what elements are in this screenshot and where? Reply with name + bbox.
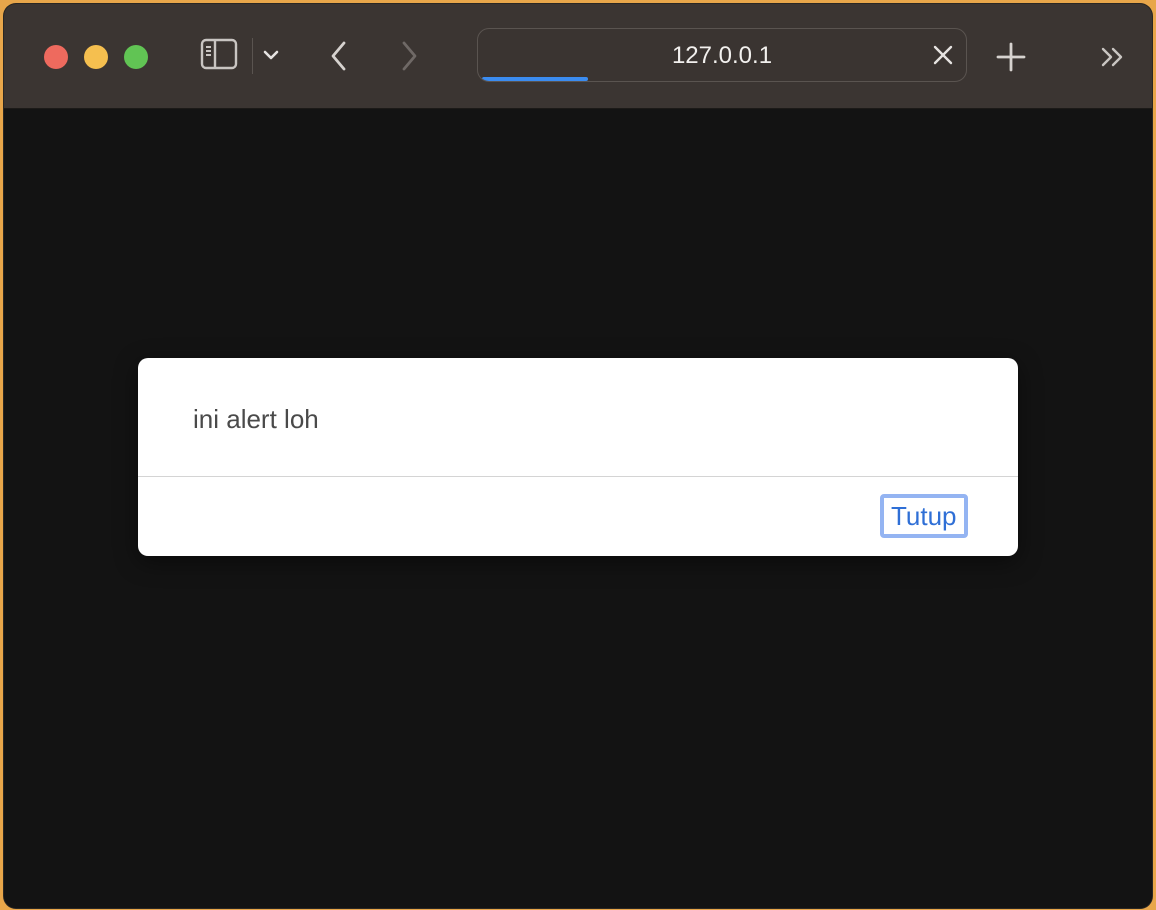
plus-icon[interactable]	[994, 40, 1028, 74]
sidebar-icon[interactable]	[198, 37, 240, 71]
forward-arrow-icon[interactable]	[396, 38, 422, 74]
toolbar-separator	[252, 38, 253, 74]
close-icon[interactable]	[930, 42, 956, 68]
page-load-progress	[482, 77, 588, 81]
alert-message: ini alert loh	[193, 404, 319, 434]
address-bar[interactable]: 127.0.0.1	[477, 28, 967, 82]
double-chevron-right-icon[interactable]	[1098, 44, 1128, 70]
alert-dialog: ini alert loh Tutup	[138, 358, 1018, 556]
chevron-down-icon[interactable]	[260, 42, 282, 68]
minimize-window-button[interactable]	[84, 45, 108, 69]
close-window-button[interactable]	[44, 45, 68, 69]
back-arrow-icon[interactable]	[326, 38, 352, 74]
browser-toolbar: 127.0.0.1	[4, 4, 1152, 109]
zoom-window-button[interactable]	[124, 45, 148, 69]
browser-window: 127.0.0.1 ini alert loh Tutup	[4, 4, 1152, 908]
close-dialog-button[interactable]: Tutup	[880, 494, 968, 538]
dialog-divider	[138, 476, 1018, 477]
page-content: ini alert loh Tutup	[4, 109, 1152, 908]
url-text[interactable]: 127.0.0.1	[478, 44, 966, 68]
